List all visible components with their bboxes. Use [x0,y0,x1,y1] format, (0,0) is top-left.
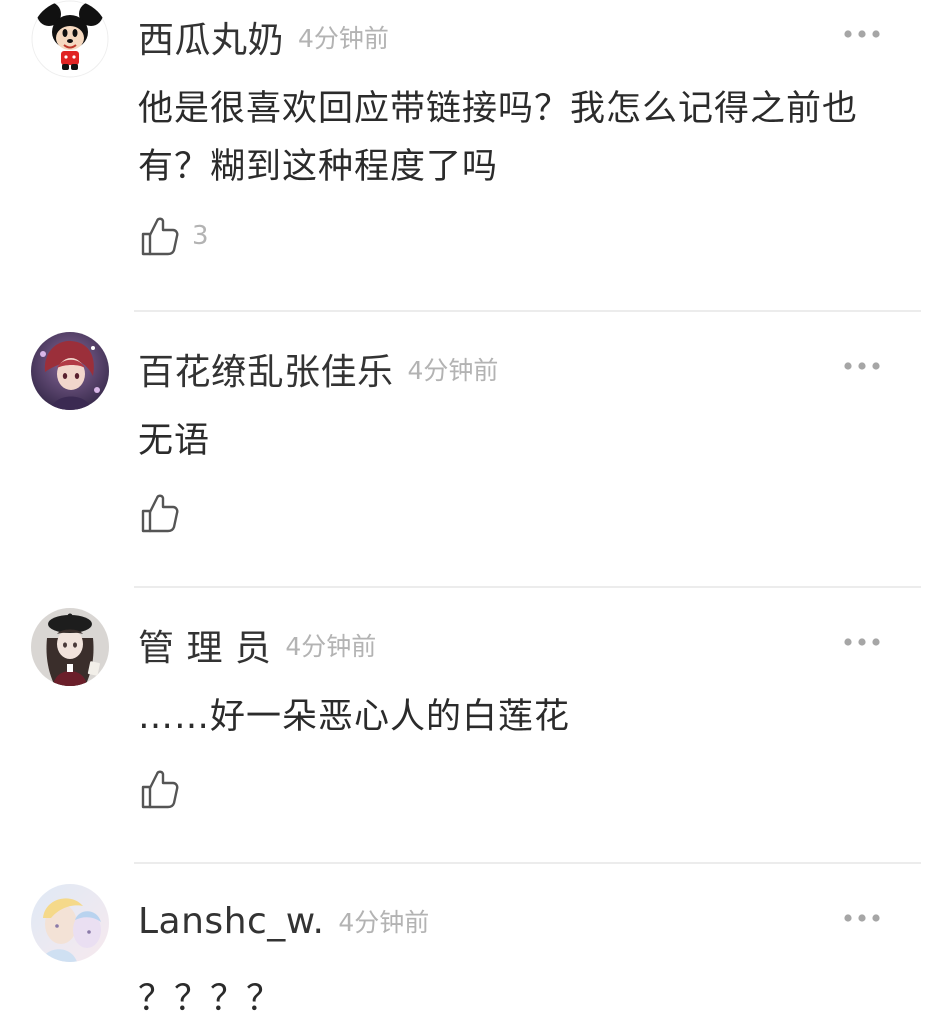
comment-meta: Lanshc_w. 4分钟前 [138,886,429,956]
more-dots-icon [844,362,880,370]
like-count: 3 [192,221,209,251]
comment-meta: 百花缭乱张佳乐 4分钟前 [138,334,498,404]
comment-item: 西瓜丸奶 4分钟前 他是很喜欢回应带链接吗？我怎么记得之前也有？糊到这种程度了吗… [0,0,946,276]
like-button[interactable]: 3 [140,215,209,257]
more-dots-icon [844,914,880,922]
pastel-illustration-avatar-icon [31,884,109,962]
more-options-button[interactable] [842,630,882,654]
user-avatar[interactable] [31,884,109,962]
timestamp: 4分钟前 [298,24,389,53]
comment-item: 百花缭乱张佳乐 4分钟前 无语 [0,332,946,608]
comment-text: 无语 [138,421,211,461]
comment-meta: 西瓜丸奶 4分钟前 [138,2,389,72]
comment-meta: 管 理 员 4分钟前 [138,610,376,680]
cartoon-mouse-avatar-icon [31,0,109,78]
more-options-button[interactable] [842,354,882,378]
like-button[interactable] [140,768,192,810]
username[interactable]: 百花缭乱张佳乐 [138,343,394,395]
timestamp: 4分钟前 [407,356,499,385]
username[interactable]: 管 理 员 [138,619,271,671]
thumbs-up-icon [141,217,179,256]
more-dots-icon [844,30,880,38]
timestamp: 4分钟前 [285,632,377,661]
user-avatar[interactable] [31,0,109,78]
user-avatar[interactable] [31,332,109,410]
anime-character-avatar-icon [31,332,109,410]
username[interactable]: 西瓜丸奶 [138,11,284,63]
comment-text: ……好一朵恶心人的白莲花 [138,697,571,737]
divider [134,310,921,312]
anime-girl-beret-avatar-icon [31,608,109,686]
comment-text: ？？？？ [138,979,283,1019]
divider [134,862,921,864]
divider [134,586,921,588]
thumbs-up-icon [141,770,179,809]
more-options-button[interactable] [842,22,882,46]
comment-text: 他是很喜欢回应带链接吗？我怎么记得之前也有？糊到这种程度了吗 [138,89,859,187]
like-button[interactable] [140,492,192,534]
comment-item: Lanshc_w. 4分钟前 ？？？？ [0,884,946,1019]
more-options-button[interactable] [842,906,882,930]
comment-item: 管 理 员 4分钟前 ……好一朵恶心人的白莲花 [0,608,946,884]
user-avatar[interactable] [31,608,109,686]
timestamp: 4分钟前 [338,908,430,937]
thumbs-up-icon [141,494,179,533]
username[interactable]: Lanshc_w. [138,901,324,942]
more-dots-icon [844,638,880,646]
